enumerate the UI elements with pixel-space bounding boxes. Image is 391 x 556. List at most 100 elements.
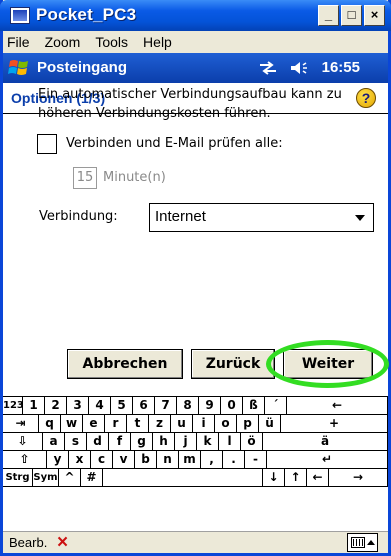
- key[interactable]: r: [105, 415, 127, 433]
- close-icon[interactable]: ×: [57, 532, 68, 554]
- key[interactable]: x: [69, 451, 91, 469]
- key[interactable]: ←: [307, 469, 329, 487]
- menubar: File Zoom Tools Help: [3, 31, 388, 53]
- keyboard-row: ⇧ y x c v b n m,. - ↵: [3, 451, 388, 469]
- key[interactable]: s: [65, 433, 87, 451]
- key[interactable]: 1: [23, 397, 45, 415]
- key[interactable]: 9: [199, 397, 221, 415]
- key[interactable]: y: [47, 451, 69, 469]
- key[interactable]: e: [83, 415, 105, 433]
- key[interactable]: ⇩: [3, 433, 43, 451]
- key[interactable]: z: [149, 415, 171, 433]
- key[interactable]: +: [281, 415, 388, 433]
- key[interactable]: ^: [59, 469, 81, 487]
- key[interactable]: ↓: [263, 469, 285, 487]
- key[interactable]: ß: [243, 397, 265, 415]
- edit-menu[interactable]: Bearb.: [9, 535, 47, 550]
- key[interactable]: 5: [111, 397, 133, 415]
- navigation-bar: Posteingang 16:55: [3, 53, 388, 83]
- connection-label: Verbindung:: [39, 209, 118, 224]
- key[interactable]: n: [157, 451, 179, 469]
- emulator-window: Pocket_PC3 _ □ × File Zoom Tools Help Po…: [0, 0, 391, 556]
- chevron-up-icon: [367, 540, 375, 545]
- auto-check-checkbox[interactable]: [37, 134, 57, 154]
- key[interactable]: 0: [221, 397, 243, 415]
- connection-select-value: Internet: [155, 208, 206, 225]
- key[interactable]: d: [87, 433, 109, 451]
- key[interactable]: ö: [241, 433, 263, 451]
- key[interactable]: o: [215, 415, 237, 433]
- key[interactable]: c: [91, 451, 113, 469]
- bottom-menubar: Bearb. ×: [3, 531, 388, 553]
- key[interactable]: g: [131, 433, 153, 451]
- key[interactable]: 6: [133, 397, 155, 415]
- interval-unit-label: Minute(n): [103, 170, 166, 185]
- key[interactable]: -: [245, 451, 267, 469]
- key[interactable]: j: [175, 433, 197, 451]
- key[interactable]: a: [43, 433, 65, 451]
- keyboard-row: 123 1 2 3 4 5 6 7 8 9 0 ß ´ ←: [3, 397, 388, 415]
- key[interactable]: Sym: [33, 469, 59, 487]
- key[interactable]: [103, 469, 263, 487]
- warning-text: Ein automatischer Verbindungsaufbau kann…: [38, 87, 342, 121]
- key[interactable]: ⇥: [3, 415, 39, 433]
- app-icon: [10, 7, 30, 24]
- key[interactable]: m: [179, 451, 201, 469]
- key[interactable]: b: [135, 451, 157, 469]
- key[interactable]: l: [219, 433, 241, 451]
- keyboard-toggle-button[interactable]: [347, 533, 378, 552]
- key[interactable]: ü: [259, 415, 281, 433]
- key[interactable]: 123: [3, 397, 24, 415]
- highlight-ring: [266, 340, 389, 388]
- key[interactable]: f: [109, 433, 131, 451]
- key[interactable]: .: [223, 451, 245, 469]
- key[interactable]: #: [81, 469, 103, 487]
- key[interactable]: v: [113, 451, 135, 469]
- key[interactable]: ↵: [267, 451, 388, 469]
- key[interactable]: u: [171, 415, 193, 433]
- minimize-button[interactable]: _: [318, 5, 339, 26]
- maximize-button[interactable]: □: [341, 5, 362, 26]
- back-button[interactable]: Zurück: [191, 349, 275, 379]
- window-titlebar[interactable]: Pocket_PC3 _ □ ×: [0, 0, 391, 31]
- menu-tools[interactable]: Tools: [95, 34, 128, 50]
- close-button[interactable]: ×: [364, 5, 385, 26]
- key[interactable]: →: [329, 469, 388, 487]
- soft-keyboard: 123 1 2 3 4 5 6 7 8 9 0 ß ´ ← ⇥ q w e r t z u i o p ü + ⇩ a s d f g h j k l ö…: [3, 396, 388, 487]
- key[interactable]: ä: [263, 433, 388, 451]
- key[interactable]: h: [153, 433, 175, 451]
- key[interactable]: ´: [265, 397, 287, 415]
- key[interactable]: ,: [201, 451, 223, 469]
- connectivity-icon[interactable]: [258, 60, 278, 75]
- key[interactable]: Strg: [3, 469, 33, 487]
- key[interactable]: 2: [45, 397, 67, 415]
- key[interactable]: 3: [67, 397, 89, 415]
- key[interactable]: ←: [287, 397, 388, 415]
- clock[interactable]: 16:55: [322, 59, 360, 76]
- key[interactable]: p: [237, 415, 259, 433]
- key[interactable]: q: [39, 415, 61, 433]
- menu-file[interactable]: File: [7, 34, 30, 50]
- key[interactable]: k: [197, 433, 219, 451]
- key[interactable]: i: [193, 415, 215, 433]
- nav-title: Posteingang: [37, 59, 128, 76]
- key[interactable]: ↑: [285, 469, 307, 487]
- key[interactable]: 8: [177, 397, 199, 415]
- interval-input[interactable]: 15: [73, 167, 97, 189]
- windows-start-icon[interactable]: [8, 57, 32, 79]
- connection-select[interactable]: Internet: [149, 203, 374, 232]
- auto-check-label[interactable]: Verbinden und E-Mail prüfen alle:: [66, 136, 283, 151]
- key[interactable]: 4: [89, 397, 111, 415]
- key[interactable]: t: [127, 415, 149, 433]
- keyboard-icon: [351, 537, 365, 548]
- keyboard-row: Strg Sym ^ # ↓ ↑ ← →: [3, 469, 388, 487]
- cancel-button[interactable]: Abbrechen: [67, 349, 183, 379]
- menu-zoom[interactable]: Zoom: [45, 34, 81, 50]
- keyboard-row: ⇩ a s d f g h j k l ö ä: [3, 433, 388, 451]
- menu-help[interactable]: Help: [143, 34, 172, 50]
- key[interactable]: ⇧: [3, 451, 47, 469]
- volume-icon[interactable]: [290, 60, 310, 76]
- window-title: Pocket_PC3: [36, 5, 137, 24]
- key[interactable]: w: [61, 415, 83, 433]
- key[interactable]: 7: [155, 397, 177, 415]
